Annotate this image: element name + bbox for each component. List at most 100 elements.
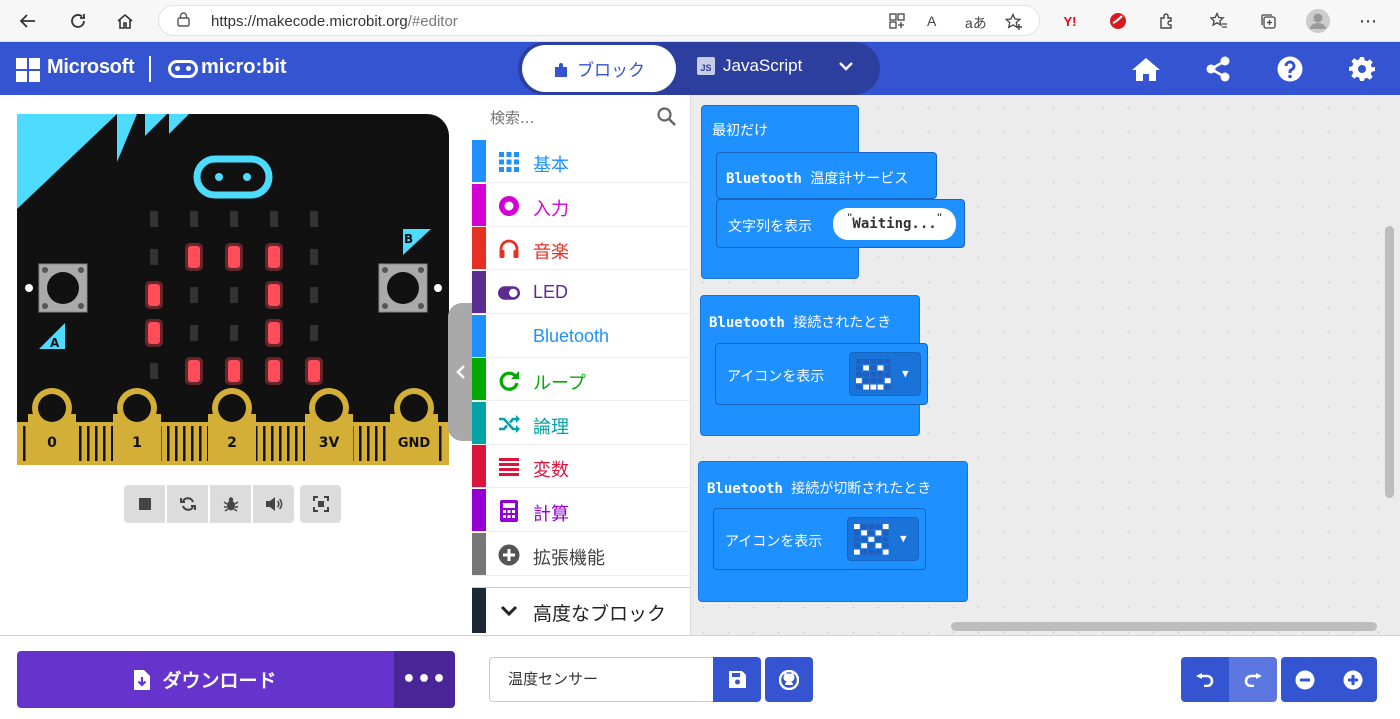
button-b-label: B <box>404 232 413 246</box>
toolbox-category-math[interactable]: 計算 <box>472 489 690 532</box>
workspace-horizontal-scrollbar[interactable] <box>951 622 1377 631</box>
yahoo-extension-icon[interactable]: Y! <box>1057 8 1083 34</box>
connected-label: 接続されたとき <box>793 315 892 331</box>
category-color-bar <box>472 533 486 575</box>
workspace-vertical-scrollbar[interactable] <box>1385 226 1394 498</box>
toolbox-category-basic[interactable]: 基本 <box>472 140 690 183</box>
show-icon-block[interactable]: アイコンを表示 ▼ <box>713 508 926 570</box>
toolbox-category-loops[interactable]: ループ <box>472 358 690 401</box>
led-off <box>310 287 318 303</box>
icon-picker-dropdown[interactable]: ▼ <box>849 352 921 396</box>
icon-picker-dropdown[interactable]: ▼ <box>847 517 919 561</box>
icon-pixel-off <box>856 365 862 371</box>
translate-icon[interactable]: aあ <box>965 13 987 33</box>
button-b[interactable] <box>378 263 428 313</box>
string-value-input[interactable]: " Waiting... " <box>833 208 957 240</box>
github-button[interactable] <box>765 657 813 702</box>
collections-icon[interactable] <box>1255 8 1281 34</box>
profile-avatar[interactable] <box>1305 8 1331 34</box>
trend-micro-extension-icon[interactable] <box>1105 8 1131 34</box>
share-icon[interactable] <box>1202 53 1234 85</box>
favorite-add-icon[interactable] <box>1004 12 1023 34</box>
category-label: 論理 <box>533 417 569 438</box>
pin-hole <box>400 394 428 422</box>
show-icon-block[interactable]: アイコンを表示 ▼ <box>715 343 928 405</box>
download-more-button[interactable]: ••• <box>394 651 455 708</box>
microbit-board[interactable]: A B 0 1 2 3V GND <box>17 114 449 465</box>
toolbox-category-advanced[interactable]: 高度なブロック <box>472 587 690 633</box>
icon-pixel-off <box>875 536 882 542</box>
toolbox-category-music[interactable]: 音楽 <box>472 227 690 270</box>
favorites-icon[interactable] <box>1206 8 1232 34</box>
mute-button[interactable] <box>253 485 294 523</box>
fullscreen-button[interactable] <box>300 485 341 523</box>
microbit-brand[interactable]: micro:bit <box>201 56 287 79</box>
toolbox-search[interactable]: 検索... <box>472 95 690 139</box>
connector-tooth <box>95 426 98 461</box>
connector-tooth <box>263 426 266 461</box>
tab-blocks[interactable]: ブロック <box>522 45 676 92</box>
search-icon[interactable] <box>657 107 676 130</box>
help-icon[interactable] <box>1274 53 1306 85</box>
blocks-workspace[interactable]: 最初だけ Bluetooth 温度計サービス 文字列を表示 " Waiting..… <box>691 95 1400 635</box>
bluetooth-temperature-service-block[interactable]: Bluetooth 温度計サービス <box>716 152 937 199</box>
zoom-in-button[interactable] <box>1329 657 1377 702</box>
icon-pixel-off <box>884 371 891 377</box>
extensions-icon[interactable] <box>1154 8 1180 34</box>
toolbox-category-logic[interactable]: 論理 <box>472 402 690 445</box>
icon-pixel-off <box>868 524 875 529</box>
icon-pixel-off <box>884 365 891 371</box>
led-off <box>150 363 158 379</box>
tab-javascript[interactable]: JS JavaScript <box>697 56 802 76</box>
toolbox-category-input[interactable]: 入力 <box>472 184 690 227</box>
icon-pixel-off <box>854 536 860 542</box>
toolbox-category-extensions[interactable]: 拡張機能 <box>472 533 690 576</box>
connector-tooth <box>375 426 378 461</box>
settings-gear-icon[interactable] <box>1346 53 1378 85</box>
category-color-bar <box>472 184 486 226</box>
connector-tooth <box>359 426 362 461</box>
collapse-simulator-button[interactable] <box>448 303 474 441</box>
speaker-icon <box>265 497 282 511</box>
stop-button[interactable] <box>124 485 165 523</box>
connector-tooth <box>183 426 186 461</box>
editor-footer: ダウンロード ••• 温度センサー <box>0 635 1400 719</box>
toolbox-category-led[interactable]: LED <box>472 271 690 314</box>
bluetooth-keyword: Bluetooth <box>709 315 785 331</box>
debug-button[interactable] <box>210 485 251 523</box>
toolbox-category-bluetooth[interactable]: Bluetooth <box>472 315 690 358</box>
download-button[interactable]: ダウンロード <box>17 651 394 708</box>
project-name-input[interactable]: 温度センサー <box>489 657 713 702</box>
back-icon[interactable] <box>14 7 42 35</box>
home-button-icon[interactable] <box>1130 53 1162 85</box>
lines-icon <box>498 456 520 478</box>
more-menu-icon[interactable]: ⋯ <box>1355 8 1381 34</box>
category-color-bar <box>472 315 486 357</box>
toolbox-category-variables[interactable]: 変数 <box>472 445 690 488</box>
tab-javascript-label: JavaScript <box>723 56 803 75</box>
zoom-out-button[interactable] <box>1281 657 1329 702</box>
redo-button[interactable] <box>1229 657 1277 702</box>
icon-pixel-on <box>861 530 867 536</box>
save-button[interactable] <box>713 657 761 702</box>
search-input[interactable]: 検索... <box>490 107 534 128</box>
button-a[interactable] <box>38 263 88 313</box>
github-icon <box>779 669 799 690</box>
address-bar[interactable]: https://makecode.microbit.org/#editor A … <box>158 5 1040 36</box>
read-aloud-icon[interactable]: A <box>927 13 936 29</box>
icon-pixel-off <box>884 359 891 364</box>
reload-icon[interactable] <box>64 7 92 35</box>
show-string-block[interactable]: 文字列を表示 " Waiting... " <box>716 199 965 248</box>
connector-tooth <box>439 426 442 461</box>
category-color-bar <box>472 227 486 269</box>
chevron-down-icon[interactable] <box>838 56 854 77</box>
undo-icon <box>1196 672 1214 687</box>
restart-button[interactable] <box>167 485 208 523</box>
undo-button[interactable] <box>1181 657 1229 702</box>
home-icon[interactable] <box>111 7 139 35</box>
led-off <box>310 325 318 341</box>
download-label: ダウンロード <box>162 670 277 692</box>
apps-icon[interactable] <box>889 13 905 32</box>
toggle-icon <box>498 282 520 304</box>
category-label: 入力 <box>533 199 569 220</box>
